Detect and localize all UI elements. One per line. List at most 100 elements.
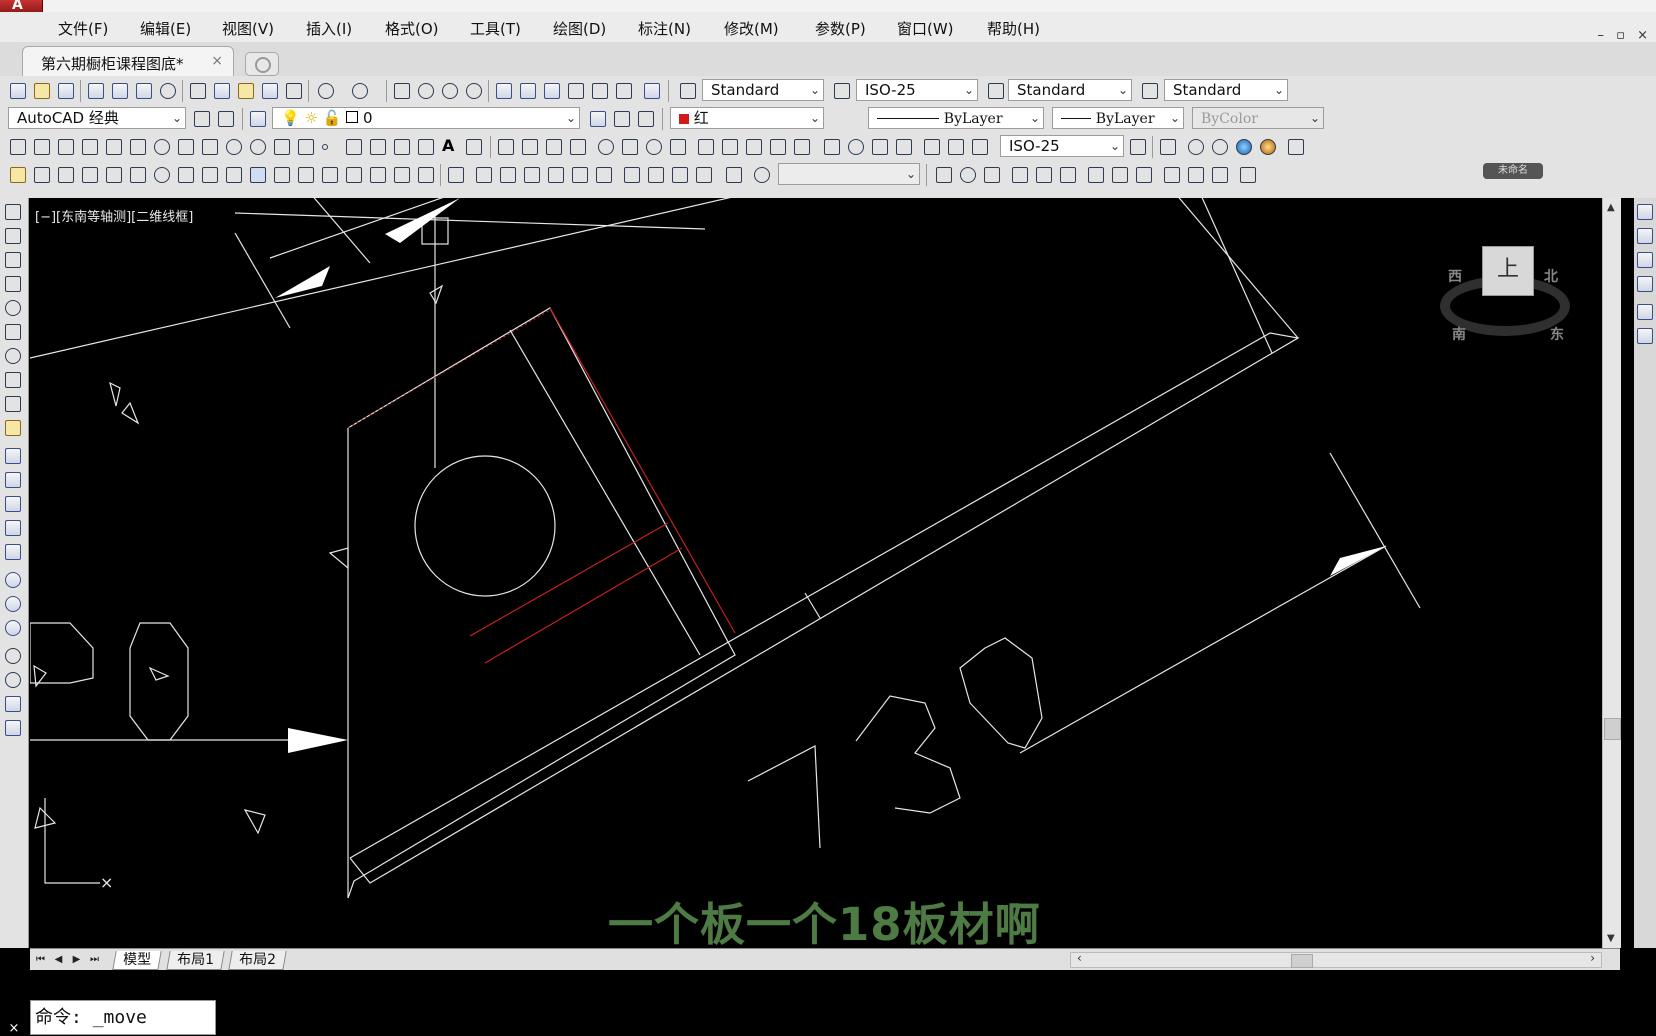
publish-icon[interactable] xyxy=(136,83,152,99)
layer-copy-icon[interactable] xyxy=(1637,328,1653,344)
pyramid-icon[interactable] xyxy=(5,372,21,388)
document-tab[interactable]: 第六期橱柜课程图底* × xyxy=(22,46,234,77)
lineweight-select[interactable]: ByLayer ⌄ xyxy=(1052,107,1184,129)
dimension-text-edit-icon[interactable] xyxy=(948,139,964,155)
join-icon[interactable] xyxy=(322,167,338,183)
horizontal-scroll-thumb[interactable] xyxy=(1291,954,1313,968)
explode-icon[interactable] xyxy=(418,167,434,183)
calculator-icon[interactable] xyxy=(616,83,632,99)
cut-icon[interactable] xyxy=(190,83,206,99)
layer-off-icon[interactable] xyxy=(1637,276,1653,292)
pan-icon[interactable] xyxy=(394,83,410,99)
command-line[interactable]: 命令: _move xyxy=(30,1000,216,1035)
gear-icon[interactable] xyxy=(218,111,234,127)
mirror-icon[interactable] xyxy=(58,167,74,183)
menu-tools[interactable]: 工具(T) xyxy=(470,18,521,39)
dim-style-icon[interactable] xyxy=(834,83,850,99)
horizontal-scrollbar[interactable]: ‹ › xyxy=(1070,951,1602,968)
wcs-menu[interactable]: 未命名 xyxy=(1483,163,1543,179)
copy-object-icon[interactable] xyxy=(34,167,50,183)
quick-dimension-icon[interactable] xyxy=(698,139,714,155)
extrude-icon[interactable] xyxy=(5,448,21,464)
ucs-zaxis-icon[interactable] xyxy=(1112,167,1128,183)
prev-tab-icon[interactable]: ◀ xyxy=(52,953,65,966)
revolve-icon[interactable] xyxy=(5,520,21,536)
scroll-left-icon[interactable]: ‹ xyxy=(1077,951,1082,965)
scale-icon[interactable] xyxy=(178,167,194,183)
back-view-icon[interactable] xyxy=(596,167,612,183)
wedge-icon[interactable] xyxy=(5,252,21,268)
menu-dimension[interactable]: 标注(N) xyxy=(638,18,691,39)
move-icon[interactable] xyxy=(130,167,146,183)
region-icon[interactable] xyxy=(394,139,410,155)
ordinate-dimension-icon[interactable] xyxy=(570,139,586,155)
linetype-select[interactable]: ByLayer ⌄ xyxy=(868,107,1044,129)
ellipse-arc-icon[interactable] xyxy=(250,139,266,155)
box-icon[interactable] xyxy=(5,228,21,244)
close-icon[interactable]: × xyxy=(0,1022,28,1035)
baseline-dimension-icon[interactable] xyxy=(722,139,738,155)
match-properties-icon[interactable] xyxy=(262,83,278,99)
break-icon[interactable] xyxy=(298,167,314,183)
close-icon[interactable]: × xyxy=(211,53,223,69)
planar-surface-icon[interactable] xyxy=(5,420,21,436)
menu-insert[interactable]: 插入(I) xyxy=(306,18,352,39)
next-tab-icon[interactable]: ▶ xyxy=(70,953,83,966)
new-tab-button[interactable] xyxy=(245,52,279,76)
paste-icon[interactable] xyxy=(238,83,254,99)
cylinder-icon[interactable] xyxy=(5,324,21,340)
front-view-icon[interactable] xyxy=(572,167,588,183)
new-file-icon[interactable] xyxy=(10,83,26,99)
zoom-icon[interactable] xyxy=(754,167,770,183)
compass-east[interactable]: 东 xyxy=(1550,324,1564,344)
break-at-point-icon[interactable] xyxy=(274,167,290,183)
jogged-dimension-icon[interactable] xyxy=(622,139,638,155)
sphere-icon[interactable] xyxy=(5,300,21,316)
copy-icon[interactable] xyxy=(214,83,230,99)
tab-layout2[interactable]: 布局2 xyxy=(228,951,287,970)
zoom-window-icon[interactable] xyxy=(442,83,458,99)
chamfer-icon[interactable] xyxy=(346,167,362,183)
tab-layout1[interactable]: 布局1 xyxy=(166,951,225,970)
ucs-z-icon[interactable] xyxy=(1212,167,1228,183)
sweep-icon[interactable] xyxy=(5,496,21,512)
3d-move-icon[interactable] xyxy=(5,648,21,664)
visual-style-realistic-icon[interactable] xyxy=(1236,139,1252,155)
inspection-icon[interactable] xyxy=(872,139,888,155)
ucs-face-icon[interactable] xyxy=(1012,167,1028,183)
sw-iso-icon[interactable] xyxy=(624,167,640,183)
dim-style-select-2[interactable]: ISO-25 ⌄ xyxy=(1000,135,1124,157)
redo-icon[interactable] xyxy=(352,83,368,99)
presspull-icon[interactable] xyxy=(5,472,21,488)
aligned-dimension-icon[interactable] xyxy=(522,139,538,155)
stretch-icon[interactable] xyxy=(202,167,218,183)
save-icon[interactable] xyxy=(58,83,74,99)
menu-window[interactable]: 窗口(W) xyxy=(897,18,954,39)
ucs-y-icon[interactable] xyxy=(1188,167,1204,183)
render-window-icon[interactable] xyxy=(1160,139,1176,155)
top-view-icon[interactable] xyxy=(476,167,492,183)
viewcube[interactable]: 上 西 北 南 东 xyxy=(1440,246,1580,376)
last-tab-icon[interactable]: ⏭ xyxy=(88,953,101,966)
array-icon[interactable] xyxy=(106,167,122,183)
surface-network-icon[interactable] xyxy=(5,204,21,220)
trim-icon[interactable] xyxy=(226,167,242,183)
extend-icon[interactable] xyxy=(250,167,266,183)
spline-icon[interactable] xyxy=(202,139,218,155)
menu-edit[interactable]: 编辑(E) xyxy=(140,18,191,39)
construction-line-icon[interactable] xyxy=(34,139,50,155)
multileader-style-icon[interactable] xyxy=(1142,83,1158,99)
drawing-viewport[interactable]: × [−][东南等轴测][二维线框] 上 西 北 南 东 一个板一个18板材啊 xyxy=(30,198,1602,948)
layer-match-icon[interactable] xyxy=(1637,304,1653,320)
center-mark-icon[interactable] xyxy=(848,139,864,155)
blend-curves-icon[interactable] xyxy=(394,167,410,183)
tolerance-icon[interactable] xyxy=(824,139,840,155)
ucs-origin-icon[interactable] xyxy=(1088,167,1104,183)
helix-icon[interactable] xyxy=(5,396,21,412)
layer-previous-icon[interactable] xyxy=(614,111,630,127)
layer-walk-icon[interactable] xyxy=(1637,204,1653,220)
scroll-down-icon[interactable]: ▼ xyxy=(1607,933,1615,944)
menu-help[interactable]: 帮助(H) xyxy=(987,18,1040,39)
right-view-icon[interactable] xyxy=(548,167,564,183)
menu-file[interactable]: 文件(F) xyxy=(58,18,108,39)
